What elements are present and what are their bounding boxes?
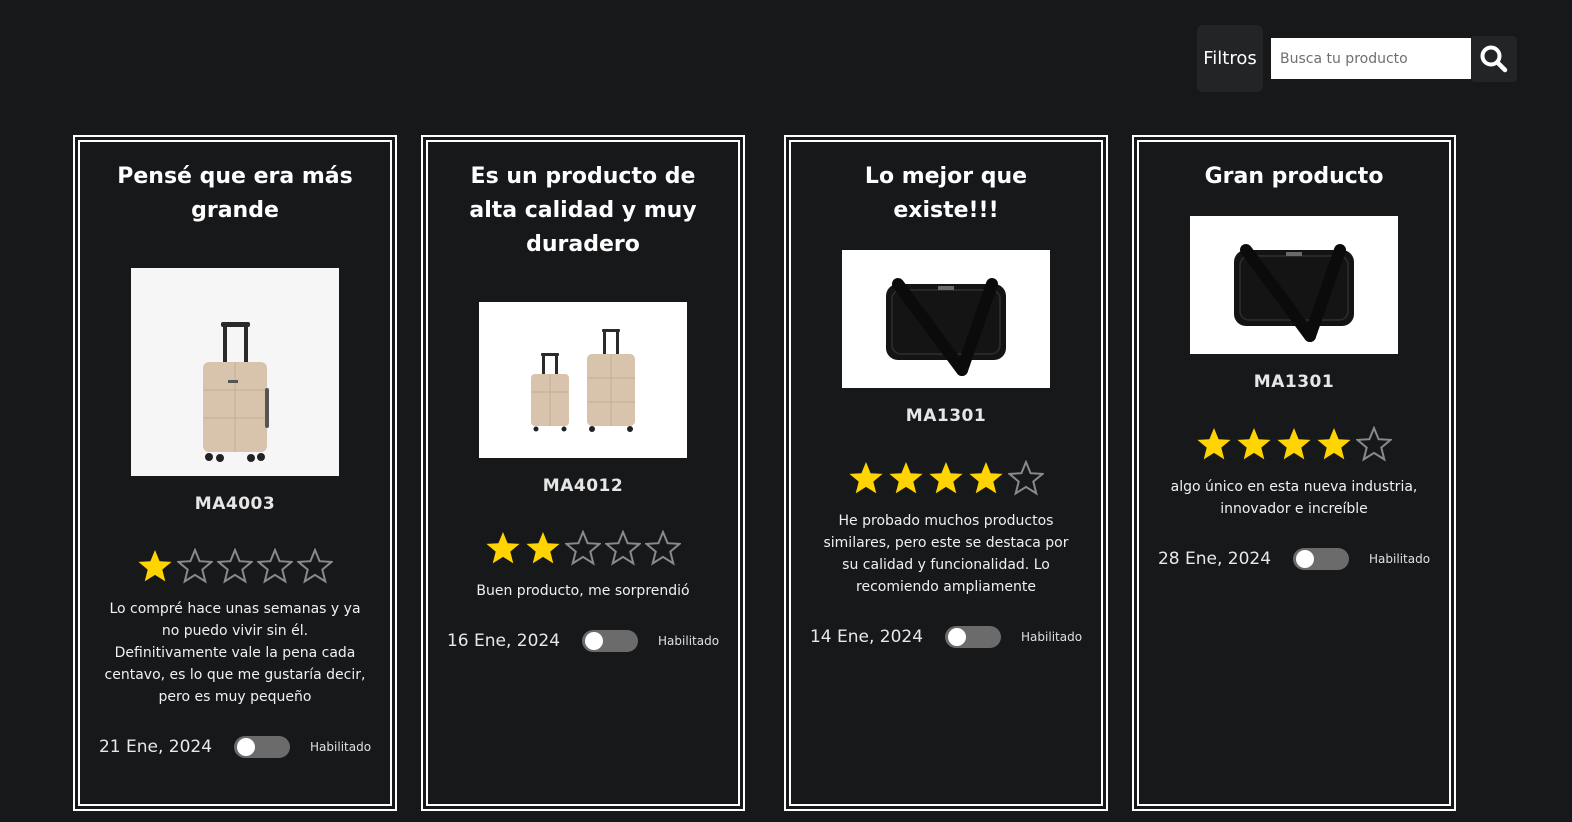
review-footer: 14 Ene, 2024 Habilitado [791,626,1101,648]
product-image [131,268,339,476]
review-date: 28 Ene, 2024 [1157,549,1272,569]
star-filled-icon [969,462,1003,494]
star-filled-icon [1197,428,1231,460]
star-empty-icon [257,548,293,584]
product-code: MA1301 [905,406,987,426]
review-card: Gran producto MA1301 algo único en esta … [1132,135,1456,811]
toolbar: Filtros [1197,25,1517,92]
star-filled-icon [526,532,560,564]
toggle-knob [237,738,256,756]
star-filled-icon [1277,428,1311,460]
review-card: Es un producto de alta calidad y muy dur… [421,135,745,811]
review-text: He probado muchos productos similares, p… [823,513,1069,595]
search-button[interactable] [1471,35,1517,82]
review-card-inner: Lo mejor que existe!!! MA1301 He probado… [789,140,1103,806]
star-filled-icon [138,550,172,582]
product-code: MA4012 [542,476,624,496]
toggle-label: Habilitado [1021,630,1083,644]
star-rating [137,548,333,584]
review-text: Buen producto, me sorprendió [476,583,690,599]
product-image [1190,216,1398,354]
review-footer: 28 Ene, 2024 Habilitado [1139,548,1449,570]
star-empty-icon [297,548,333,584]
review-card-inner: Pensé que era más grande MA4003 Lo compr… [78,140,392,806]
review-title: Lo mejor que existe!!! [864,164,1028,223]
product-code: MA4003 [194,494,276,514]
review-title: Pensé que era más grande [117,164,353,223]
star-filled-icon [486,532,520,564]
enabled-toggle[interactable] [945,626,1002,648]
star-empty-icon [1008,460,1044,496]
toggle-label: Habilitado [310,740,372,754]
review-date: 14 Ene, 2024 [809,627,924,647]
toggle-knob [585,632,604,650]
star-empty-icon [217,548,253,584]
star-empty-icon [1356,426,1392,462]
review-card: Lo mejor que existe!!! MA1301 He probado… [784,135,1108,811]
review-card-inner: Gran producto MA1301 algo único en esta … [1137,140,1451,806]
search-icon [1480,45,1508,72]
star-empty-icon [645,530,681,566]
star-filled-icon [929,462,963,494]
toggle-label: Habilitado [658,634,720,648]
search-input[interactable] [1271,38,1471,79]
enabled-toggle[interactable] [234,736,291,758]
star-empty-icon [565,530,601,566]
review-date: 16 Ene, 2024 [446,631,561,651]
star-rating [848,460,1044,496]
product-image [842,250,1050,388]
star-empty-icon [605,530,641,566]
laptop-bag-image [1190,216,1398,354]
star-rating [1196,426,1392,462]
review-date: 21 Ene, 2024 [98,737,213,757]
enabled-toggle[interactable] [1293,548,1350,570]
toggle-knob [948,628,967,646]
suitcases-image [479,302,687,458]
product-image [479,302,687,458]
laptop-bag-image [842,250,1050,388]
star-empty-icon [177,548,213,584]
product-code: MA1301 [1253,372,1335,392]
review-title: Es un producto de alta calidad y muy dur… [469,164,697,257]
review-card: Pensé que era más grande MA4003 Lo compr… [73,135,397,811]
enabled-toggle[interactable] [582,630,639,652]
filters-button[interactable]: Filtros [1197,25,1263,92]
star-filled-icon [889,462,923,494]
star-rating [485,530,681,566]
star-filled-icon [1237,428,1271,460]
star-filled-icon [1317,428,1351,460]
reviews-page: Filtros Pensé que era más grande [0,0,1572,822]
review-text: algo único en esta nueva industria, inno… [1170,479,1418,517]
review-footer: 21 Ene, 2024 Habilitado [80,736,390,758]
review-text: Lo compré hace unas semanas y ya no pued… [104,601,366,705]
suitcase-image [131,268,339,476]
star-filled-icon [849,462,883,494]
review-title: Gran producto [1204,164,1384,189]
toggle-label: Habilitado [1369,552,1431,566]
review-card-inner: Es un producto de alta calidad y muy dur… [426,140,740,806]
toggle-knob [1296,550,1315,568]
review-footer: 16 Ene, 2024 Habilitado [428,630,738,652]
